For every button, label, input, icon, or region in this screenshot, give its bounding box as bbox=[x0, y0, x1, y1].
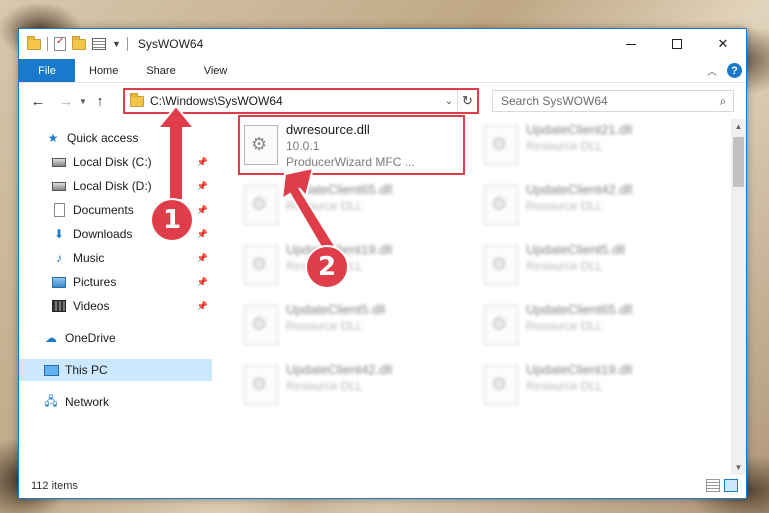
annotation-badge-1: 1 bbox=[150, 198, 194, 242]
annotation-badge-2: 2 bbox=[305, 245, 349, 289]
annotation-arrow-1 bbox=[155, 104, 197, 201]
annotation-arrows bbox=[155, 104, 337, 254]
annotation-arrow-2 bbox=[280, 166, 337, 254]
